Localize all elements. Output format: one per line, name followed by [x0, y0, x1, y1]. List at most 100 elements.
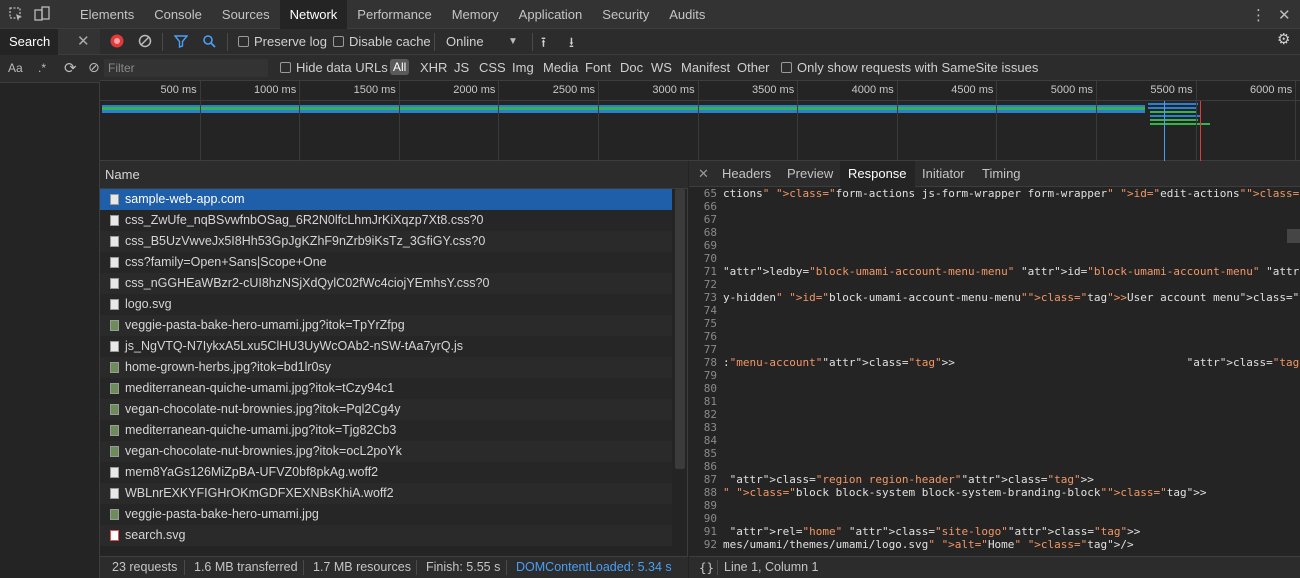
request-row[interactable]: WBLnrEXKYFIGHrOKmGDFXEXNBsKhiA.woff2 [100, 483, 672, 504]
more-options-icon[interactable]: ⋮ [1251, 6, 1266, 24]
hide-data-urls-checkbox[interactable]: Hide data URLs [280, 60, 388, 75]
code-line: 77 [689, 343, 1300, 356]
scrollbar[interactable] [675, 189, 685, 469]
tab-security[interactable]: Security [592, 0, 659, 29]
code-line: 92 mes/umami/themes/umami/logo.svg" ">alt… [689, 538, 1300, 551]
request-name: veggie-pasta-bake-hero-umami.jpg?itok=Tp… [125, 318, 405, 332]
line-number: 70 [703, 252, 717, 265]
request-row[interactable]: home-grown-herbs.jpg?itok=bd1lr0sy [100, 357, 672, 378]
request-row[interactable]: vegan-chocolate-nut-brownies.jpg?itok=Pq… [100, 399, 672, 420]
request-row[interactable]: js_NgVTQ-N7IykxA5Lxu5ClHU3UyWcOAb2-nSW-t… [100, 336, 672, 357]
request-detail-panel: ✕ Headers Preview Response Initiator Tim… [689, 161, 1300, 556]
gear-icon[interactable]: ⚙ [1277, 32, 1290, 48]
tab-console[interactable]: Console [144, 0, 212, 29]
close-icon[interactable]: ✕ [698, 166, 709, 182]
request-row[interactable]: vegan-chocolate-nut-brownies.jpg?itok=oc… [100, 441, 672, 462]
samesite-checkbox[interactable]: Only show requests with SameSite issues [781, 60, 1038, 75]
disable-cache-checkbox[interactable]: Disable cache [333, 34, 431, 50]
line-number: 71 [703, 265, 717, 278]
type-filter-manifest[interactable]: Manifest [681, 60, 730, 75]
inspect-element-icon[interactable] [8, 6, 24, 22]
type-filter-xhr[interactable]: XHR [420, 60, 447, 75]
resources-size: 1.7 MB resources [313, 560, 411, 574]
filter-icon[interactable] [173, 34, 189, 50]
tab-response[interactable]: Response [840, 161, 915, 187]
samesite-label: Only show requests with SameSite issues [797, 60, 1039, 75]
request-row[interactable]: css_nGGHEaWBzr2-cUI8hzNSjXdQylC02fWc4cio… [100, 273, 672, 294]
tab-timing[interactable]: Timing [974, 161, 1029, 187]
match-case-button[interactable]: Aa [8, 61, 23, 75]
network-overview[interactable]: 500 ms 1000 ms 1500 ms 2000 ms 2500 ms 3000 m… [100, 81, 1300, 161]
code-line: 79 [689, 369, 1300, 382]
request-name: logo.svg [125, 297, 172, 311]
line-number: 67 [703, 213, 717, 226]
tab-memory[interactable]: Memory [442, 0, 509, 29]
preserve-log-checkbox[interactable]: Preserve log [238, 34, 327, 50]
export-har-icon[interactable]: ⭳ [569, 34, 574, 50]
ruler-gridline [199, 81, 201, 161]
line-number: 85 [703, 447, 717, 460]
record-button[interactable] [110, 34, 124, 50]
code-line: 81 [689, 395, 1300, 408]
tab-performance[interactable]: Performance [347, 0, 441, 29]
tab-elements[interactable]: Elements [70, 0, 144, 29]
close-devtools-icon[interactable]: ✕ [1278, 6, 1291, 24]
request-name: mediterranean-quiche-umami.jpg?itok=Tjg8… [125, 423, 397, 437]
request-row[interactable]: logo.svg [100, 294, 672, 315]
horizontal-scroll-thumb[interactable] [1287, 229, 1300, 243]
divider [184, 560, 185, 575]
tab-preview[interactable]: Preview [779, 161, 841, 187]
search-tab[interactable]: Search [0, 29, 58, 55]
request-name: vegan-chocolate-nut-brownies.jpg?itok=oc… [125, 444, 402, 458]
response-code[interactable]: 65 ctions" ">class="form-actions js-form-… [689, 187, 1300, 556]
request-row[interactable]: veggie-pasta-bake-hero-umami.jpg?itok=Tp… [100, 315, 672, 336]
tab-network[interactable]: Network [279, 0, 348, 29]
request-row[interactable]: veggie-pasta-bake-hero-umami.jpg [100, 504, 672, 525]
type-filter-other[interactable]: Other [737, 60, 770, 75]
divider [416, 560, 417, 575]
type-filter-media[interactable]: Media [543, 60, 578, 75]
type-filter-img[interactable]: Img [512, 60, 534, 75]
tab-application[interactable]: Application [509, 0, 593, 29]
close-icon[interactable]: ✕ [77, 32, 90, 50]
type-filter-doc[interactable]: Doc [620, 60, 643, 75]
name-column-header[interactable]: Name [100, 161, 688, 189]
type-filter-css[interactable]: CSS [479, 60, 506, 75]
clear-icon[interactable]: ⊘ [88, 59, 100, 76]
code-line: 67 [689, 213, 1300, 226]
line-number: 89 [703, 499, 717, 512]
regex-button[interactable]: .* [38, 61, 46, 75]
request-name: js_NgVTQ-N7IykxA5Lxu5ClHU3UyWcOAb2-nSW-t… [125, 339, 464, 353]
refresh-icon[interactable]: ⟳ [64, 59, 77, 77]
request-row[interactable]: mem8YaGs126MiZpBA-UFVZ0bf8pkAg.woff2 [100, 462, 672, 483]
tab-headers[interactable]: Headers [714, 161, 779, 187]
document-file-icon [110, 278, 119, 289]
ruler-gridline [1195, 81, 1197, 161]
import-har-icon[interactable]: ⭱ [541, 34, 546, 50]
tab-sources[interactable]: Sources [212, 0, 280, 29]
type-filter-font[interactable]: Font [585, 60, 611, 75]
request-row[interactable]: css_B5UzVwveJx5I8Hh53GpJgKZhF9nZrb9iKsTz… [100, 231, 672, 252]
type-filter-js[interactable]: JS [454, 60, 469, 75]
clear-log-icon[interactable] [138, 34, 152, 50]
request-row[interactable]: search.svg [100, 525, 672, 546]
filter-bar: Hide data URLs All XHR JS CSS Img Media … [100, 55, 1300, 81]
type-filter-all[interactable]: All [390, 59, 410, 75]
tab-audits[interactable]: Audits [659, 0, 715, 29]
tab-initiator[interactable]: Initiator [914, 161, 973, 187]
type-filter-ws[interactable]: WS [651, 60, 672, 75]
request-row[interactable]: sample-web-app.com [100, 189, 672, 210]
search-icon[interactable] [202, 34, 216, 50]
filter-input[interactable] [104, 59, 268, 77]
request-row[interactable]: mediterranean-quiche-umami.jpg?itok=Tjg8… [100, 420, 672, 441]
divider [303, 560, 304, 575]
code-line: 88 " ">class="block block-system block-sy… [689, 486, 1300, 499]
device-toolbar-icon[interactable] [34, 6, 50, 22]
throttling-select[interactable]: Online ▼ [446, 34, 518, 50]
request-row[interactable]: css_ZwUfe_nqBSvwfnbOSag_6R2N0lfcLhmJrKiX… [100, 210, 672, 231]
pretty-print-icon[interactable]: {} [699, 560, 714, 575]
request-row[interactable]: css?family=Open+Sans|Scope+One [100, 252, 672, 273]
document-file-icon [110, 341, 119, 352]
request-row[interactable]: mediterranean-quiche-umami.jpg?itok=tCzy… [100, 378, 672, 399]
line-number: 74 [703, 304, 717, 317]
